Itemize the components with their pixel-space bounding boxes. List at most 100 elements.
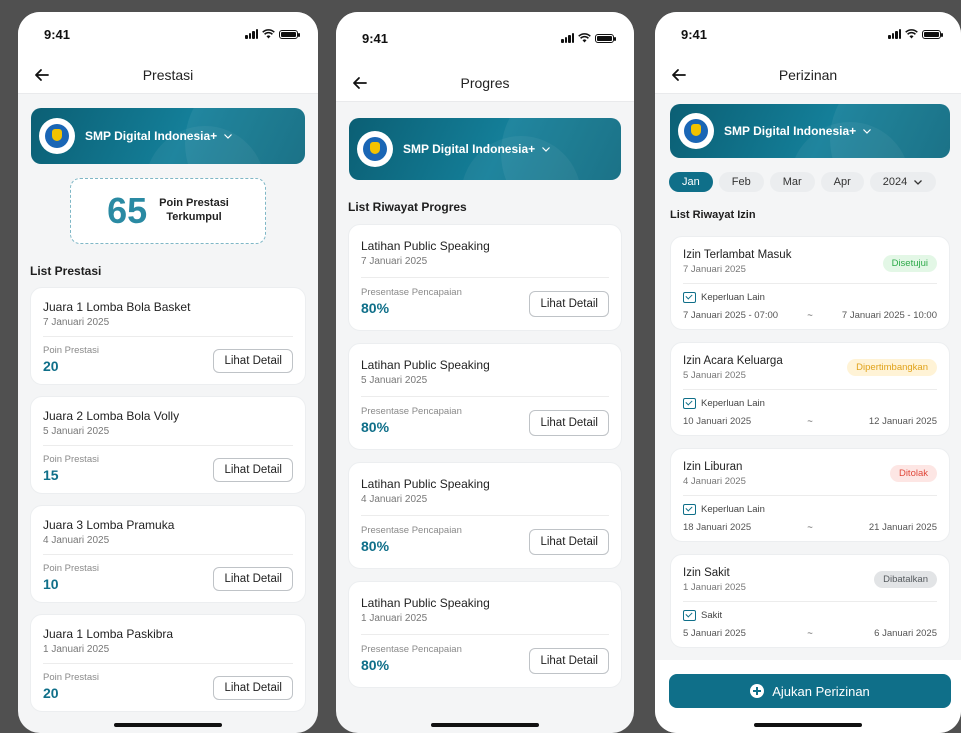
- month-chip-apr[interactable]: Apr: [820, 172, 864, 192]
- lihat-detail-button[interactable]: Lihat Detail: [213, 349, 293, 373]
- date-range: 5 Januari 2025 ~ 6 Januari 2025: [683, 628, 937, 639]
- value-label: Poin Prestasi: [43, 345, 99, 356]
- izin-card[interactable]: Izin Sakit 1 Januari 2025 Dibatalkan Sak…: [670, 554, 950, 648]
- lihat-detail-button[interactable]: Lihat Detail: [529, 648, 609, 674]
- month-chip-jan[interactable]: Jan: [669, 172, 713, 192]
- battery-icon: [279, 29, 300, 39]
- range-separator: ~: [807, 522, 813, 533]
- calendar-check-icon: [683, 610, 696, 621]
- lihat-detail-button[interactable]: Lihat Detail: [213, 676, 293, 700]
- school-name: SMP Digital Indonesia+: [724, 124, 857, 138]
- plus-circle-icon: [750, 684, 765, 698]
- status-time: 9:41: [44, 26, 71, 42]
- card-title: Latihan Public Speaking: [361, 596, 490, 610]
- status-bar: 9:41: [18, 12, 318, 56]
- divider: [683, 495, 937, 496]
- izin-card[interactable]: Izin Terlambat Masuk 7 Januari 2025 Dise…: [670, 236, 950, 330]
- reason-text: Keperluan Lain: [701, 398, 765, 409]
- value: 15: [43, 467, 59, 483]
- card-date: 1 Januari 2025: [43, 644, 110, 655]
- card-date: 1 Januari 2025: [361, 613, 428, 624]
- status-badge: Ditolak: [889, 465, 937, 482]
- progres-card: Latihan Public Speaking 4 Januari 2025 P…: [348, 462, 622, 569]
- card-title: Izin Sakit: [683, 567, 730, 579]
- lihat-detail-button[interactable]: Lihat Detail: [529, 291, 609, 317]
- page-title: Perizinan: [778, 66, 838, 83]
- lihat-detail-button[interactable]: Lihat Detail: [213, 458, 293, 482]
- lihat-detail-button[interactable]: Lihat Detail: [529, 529, 609, 555]
- value-label: Poin Prestasi: [43, 672, 99, 683]
- card-title: Latihan Public Speaking: [361, 477, 490, 491]
- status-icons: [888, 29, 943, 39]
- points-summary: 65 Poin Prestasi Terkumpul: [70, 178, 266, 244]
- card-date: 7 Januari 2025: [43, 317, 110, 328]
- date-range: 7 Januari 2025 - 07:00 ~ 7 Januari 2025 …: [683, 310, 937, 321]
- back-arrow-icon[interactable]: [350, 73, 370, 93]
- reason-row: Keperluan Lain: [683, 292, 937, 303]
- school-selector[interactable]: SMP Digital Indonesia+: [349, 118, 621, 180]
- home-indicator: [431, 723, 539, 727]
- ajukan-label: Ajukan Perizinan: [772, 683, 870, 699]
- ajukan-perizinan-button[interactable]: Ajukan Perizinan: [669, 674, 951, 708]
- value-label: Poin Prestasi: [43, 563, 99, 574]
- school-name: SMP Digital Indonesia+: [85, 129, 218, 143]
- card-title: Izin Liburan: [683, 461, 743, 473]
- month-chip-mar[interactable]: Mar: [769, 172, 815, 192]
- lihat-detail-button[interactable]: Lihat Detail: [213, 567, 293, 591]
- divider: [361, 396, 609, 397]
- card-title: Juara 1 Lomba Paskibra: [43, 627, 174, 641]
- school-logo: [678, 113, 714, 149]
- year-value: 2024: [882, 176, 908, 188]
- izin-card[interactable]: Izin Acara Keluarga 5 Januari 2025 Diper…: [670, 342, 950, 436]
- school-selector[interactable]: SMP Digital Indonesia+: [670, 104, 950, 158]
- card-date: 4 Januari 2025: [361, 494, 428, 505]
- value: 20: [43, 358, 59, 374]
- prestasi-card: Juara 1 Lomba Paskibra 1 Januari 2025 Po…: [30, 614, 306, 712]
- progres-card: Latihan Public Speaking 1 Januari 2025 P…: [348, 581, 622, 688]
- back-arrow-icon[interactable]: [32, 65, 52, 85]
- reason-row: Keperluan Lain: [683, 398, 937, 409]
- lihat-detail-button[interactable]: Lihat Detail: [529, 410, 609, 436]
- section-title: List Riwayat Izin: [670, 209, 756, 221]
- start-date: 5 Januari 2025: [683, 628, 746, 639]
- battery-icon: [922, 29, 943, 39]
- value: 10: [43, 576, 59, 592]
- divider: [683, 601, 937, 602]
- reason-text: Keperluan Lain: [701, 292, 765, 303]
- divider: [43, 663, 293, 664]
- prestasi-card: Juara 1 Lomba Bola Basket 7 Januari 2025…: [30, 287, 306, 385]
- card-date: 5 Januari 2025: [361, 375, 428, 386]
- year-dropdown[interactable]: 2024: [869, 172, 937, 192]
- card-title: Izin Acara Keluarga: [683, 355, 783, 367]
- month-chip-feb[interactable]: Feb: [718, 172, 764, 192]
- card-date: 5 Januari 2025: [43, 426, 110, 437]
- start-date: 7 Januari 2025 - 07:00: [683, 310, 779, 321]
- card-title: Latihan Public Speaking: [361, 239, 490, 253]
- divider: [361, 634, 609, 635]
- back-arrow-icon[interactable]: [669, 65, 689, 85]
- value-label: Presentase Pencapaian: [361, 644, 462, 655]
- divider: [683, 389, 937, 390]
- wifi-icon: [578, 33, 591, 43]
- school-selector[interactable]: SMP Digital Indonesia+: [31, 108, 305, 164]
- prestasi-card: Juara 3 Lomba Pramuka 4 Januari 2025 Poi…: [30, 505, 306, 603]
- school-logo: [357, 131, 393, 167]
- reason-text: Keperluan Lain: [701, 504, 765, 515]
- value-label: Presentase Pencapaian: [361, 287, 462, 298]
- signal-icon: [245, 29, 258, 39]
- status-badge: Dipertimbangkan: [847, 359, 937, 376]
- end-date: 6 Januari 2025: [874, 628, 937, 639]
- value: 80%: [361, 419, 390, 435]
- izin-card[interactable]: Izin Liburan 4 Januari 2025 Ditolak Kepe…: [670, 448, 950, 542]
- end-date: 7 Januari 2025 - 10:00: [841, 310, 937, 321]
- card-title: Juara 2 Lomba Bola Volly: [43, 409, 180, 423]
- start-date: 18 Januari 2025: [683, 522, 752, 533]
- app-bar: Perizinan: [655, 56, 961, 94]
- value-label: Poin Prestasi: [43, 454, 99, 465]
- value: 80%: [361, 538, 390, 554]
- card-date: 7 Januari 2025: [361, 256, 428, 267]
- section-title: List Riwayat Progres: [348, 200, 467, 214]
- reason-text: Sakit: [701, 610, 723, 621]
- divider: [43, 336, 293, 337]
- card-date: 4 Januari 2025: [683, 476, 746, 487]
